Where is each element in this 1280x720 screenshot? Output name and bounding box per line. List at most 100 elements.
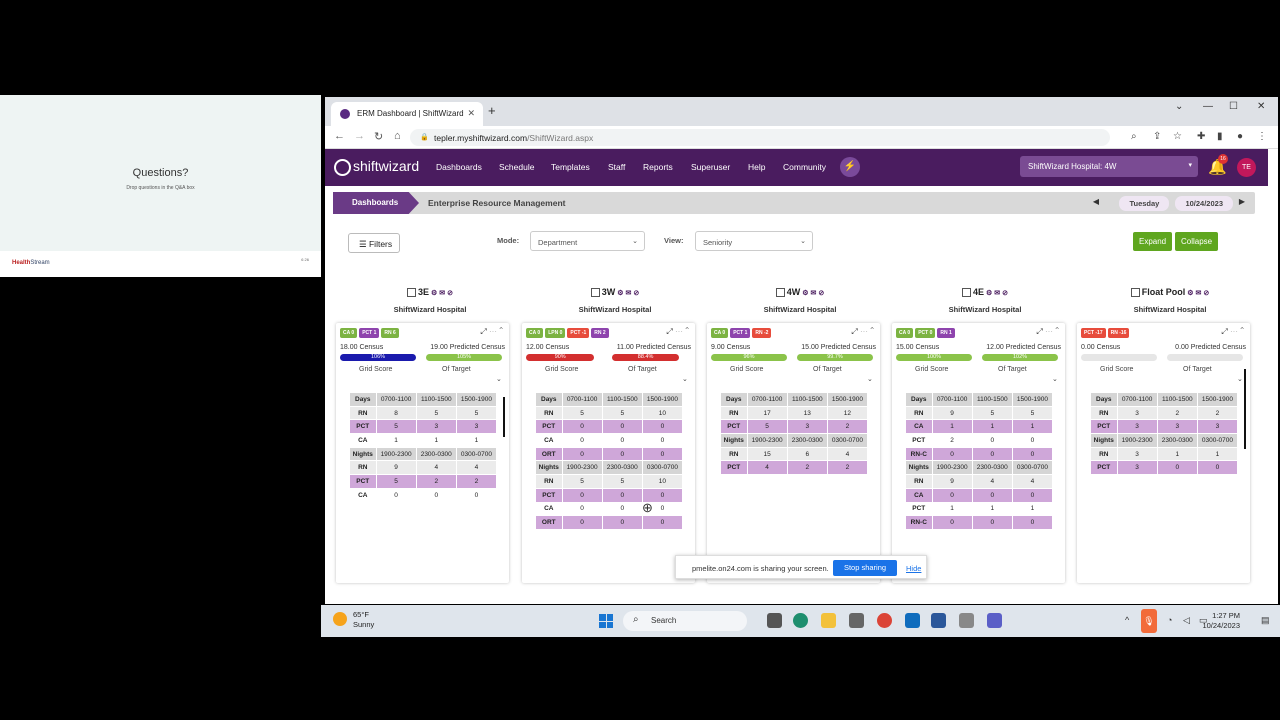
unit-actions-icon[interactable]: ⚙ ✉ ⊘	[617, 290, 639, 297]
grid-cell[interactable]: 2300-0300	[1156, 433, 1198, 448]
grid-cell[interactable]: 1	[971, 419, 1013, 435]
grid-cell[interactable]: 1900-2300	[561, 460, 603, 476]
grid-cell[interactable]: 2	[455, 474, 498, 489]
unit-actions-icon[interactable]: ⚙ ✉ ⊘	[431, 290, 453, 297]
grid-cell[interactable]: 1500-1900	[826, 392, 869, 407]
grid-cell[interactable]: 5	[375, 419, 417, 435]
grid-cell[interactable]: 0	[1011, 487, 1054, 503]
grid-cell[interactable]: 2	[931, 433, 973, 448]
card-options-icon[interactable]: ⤢ ⋯ ⌃	[851, 327, 874, 337]
outlook-icon[interactable]	[905, 613, 920, 628]
grid-cell[interactable]: 0	[561, 419, 603, 435]
grid-cell[interactable]: 15	[746, 446, 788, 462]
grid-cell[interactable]: 17	[746, 405, 788, 421]
nav-superuser[interactable]: Superuser	[691, 162, 730, 172]
grid-cell[interactable]: 0	[641, 515, 684, 530]
reload-icon[interactable]: ↻	[374, 130, 383, 143]
expand-chevron-icon[interactable]: ⌄	[1237, 375, 1243, 383]
grid-cell[interactable]: 0700-1100	[561, 392, 603, 407]
grid-cell[interactable]: 2	[1156, 405, 1198, 421]
grid-cell[interactable]: 3	[455, 419, 498, 435]
grid-cell[interactable]: 0	[641, 433, 684, 448]
hospital-select[interactable]: ShiftWizard Hospital: 4W ▾	[1020, 156, 1198, 177]
grid-cell[interactable]: 1500-1900	[1011, 392, 1054, 407]
grid-cell[interactable]: 0300-0700	[1196, 433, 1239, 448]
grid-cell[interactable]: 0	[561, 515, 603, 530]
grid-cell[interactable]: 2	[826, 419, 869, 435]
file-explorer-icon[interactable]	[821, 613, 836, 628]
grid-cell[interactable]: 1	[1196, 446, 1239, 462]
grid-cell[interactable]: 1900-2300	[375, 446, 417, 462]
grid-cell[interactable]: 1	[455, 433, 498, 448]
grid-cell[interactable]: 0	[601, 433, 643, 448]
grid-cell[interactable]: 4	[415, 460, 457, 476]
grid-cell[interactable]: 0	[601, 515, 643, 530]
grid-cell[interactable]: 0	[561, 487, 603, 503]
grid-cell[interactable]: 1	[1156, 446, 1198, 462]
grid-cell[interactable]: 2	[786, 460, 828, 476]
grid-cell[interactable]: 0	[971, 487, 1013, 503]
task-view-icon[interactable]	[767, 613, 782, 628]
grid-cell[interactable]: 0300-0700	[1011, 460, 1054, 476]
new-tab-icon[interactable]: +	[488, 103, 496, 118]
grid-cell[interactable]: 0	[1011, 515, 1054, 530]
grid-cell[interactable]: 5	[561, 474, 603, 489]
grid-cell[interactable]: 1	[1011, 501, 1054, 517]
grid-cell[interactable]: 0700-1100	[931, 392, 973, 407]
grid-cell[interactable]: 1100-1500	[971, 392, 1013, 407]
grid-cell[interactable]: 0	[1011, 446, 1054, 462]
grid-cell[interactable]: 0	[601, 487, 643, 503]
grid-cell[interactable]: 0	[971, 433, 1013, 448]
unit-actions-icon[interactable]: ⚙ ✉ ⊘	[802, 290, 824, 297]
notifications-icon[interactable]: ▤	[1261, 615, 1270, 626]
grid-cell[interactable]: 0	[561, 446, 603, 462]
tray-chevron-icon[interactable]: ^	[1125, 615, 1129, 625]
grid-cell[interactable]: 3	[1116, 419, 1158, 435]
unit-actions-icon[interactable]: ⚙ ✉ ⊘	[986, 290, 1008, 297]
teams-icon[interactable]	[987, 613, 1002, 628]
grid-cell[interactable]: 0	[601, 446, 643, 462]
nav-staff[interactable]: Staff	[608, 162, 625, 172]
grid-cell[interactable]: 0	[931, 446, 973, 462]
grid-cell[interactable]: 3	[415, 419, 457, 435]
extensions-icon[interactable]: ✚	[1197, 131, 1205, 142]
grid-cell[interactable]: 10	[641, 405, 684, 421]
back-icon[interactable]: ←	[334, 130, 345, 142]
share-icon[interactable]: ⇪	[1153, 131, 1161, 142]
windows-start-icon[interactable]	[599, 614, 613, 628]
grid-cell[interactable]: 4	[826, 446, 869, 462]
menu-kebab-icon[interactable]: ⋮	[1257, 131, 1267, 142]
grid-cell[interactable]: 4	[971, 474, 1013, 489]
grid-cell[interactable]: 0	[1011, 433, 1054, 448]
scrollbar[interactable]	[503, 397, 505, 437]
mode-select[interactable]: Department ⌄	[530, 231, 645, 251]
grid-cell[interactable]: 5	[561, 405, 603, 421]
grid-cell[interactable]: 1500-1900	[641, 392, 684, 407]
grid-cell[interactable]: 2	[1196, 405, 1239, 421]
grid-cell[interactable]: 0	[931, 515, 973, 530]
grid-cell[interactable]: 1	[415, 433, 457, 448]
tab-search-icon[interactable]: ⌄	[1175, 101, 1183, 112]
close-window-icon[interactable]: ✕	[1257, 101, 1265, 112]
sidepanel-icon[interactable]: ▮	[1217, 131, 1223, 142]
grid-cell[interactable]: 5	[455, 405, 498, 421]
nav-dashboards[interactable]: Dashboards	[436, 162, 482, 172]
grid-cell[interactable]: 4	[1011, 474, 1054, 489]
browser-tab[interactable]: ERM Dashboard | ShiftWizard ✕	[331, 102, 483, 126]
grid-cell[interactable]: 0	[415, 487, 457, 503]
grid-cell[interactable]: 1500-1900	[1196, 392, 1239, 407]
grid-cell[interactable]: 8	[375, 405, 417, 421]
expand-chevron-icon[interactable]: ⌄	[867, 375, 873, 383]
nav-community[interactable]: Community	[783, 162, 826, 172]
grid-cell[interactable]: 1	[375, 433, 417, 448]
volume-icon[interactable]: ◁	[1183, 615, 1190, 626]
expand-chevron-icon[interactable]: ⌄	[1052, 375, 1058, 383]
grid-cell[interactable]: 5	[746, 419, 788, 435]
zoom-icon[interactable]: ⌕	[1131, 131, 1137, 142]
grid-cell[interactable]: 2	[415, 474, 457, 489]
grid-cell[interactable]: 3	[1156, 419, 1198, 435]
grid-cell[interactable]: 1900-2300	[931, 460, 973, 476]
expand-button[interactable]: Expand	[1133, 232, 1173, 251]
card-options-icon[interactable]: ⤢ ⋯ ⌃	[666, 327, 689, 337]
grid-cell[interactable]: 0300-0700	[641, 460, 684, 476]
